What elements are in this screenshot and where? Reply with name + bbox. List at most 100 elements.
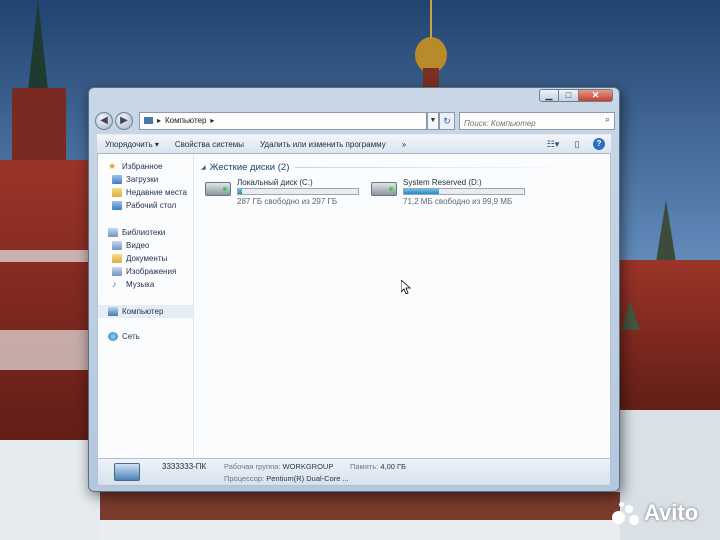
network-group: Сеть (98, 330, 193, 343)
group-divider (295, 167, 581, 168)
nav-item-libraries[interactable]: Библиотеки (98, 226, 193, 239)
images-library-icon (112, 267, 122, 276)
change-view-icon[interactable]: ☷▾ (545, 137, 561, 151)
explorer-window: ▁ □ ✕ ◀ ▶ ▸Компьютер▸ ▼ ↻ ⌕ Упорядочить … (88, 87, 620, 492)
hard-drive-icon (371, 182, 397, 196)
mouse-cursor-icon (401, 280, 411, 294)
organize-button[interactable]: Упорядочить ▾ (97, 140, 167, 149)
drive-item[interactable]: System Reserved (D:) 71,2 МБ свободно из… (371, 178, 531, 208)
navigation-pane: ★ Избранное Загрузки Недавние места Рабо… (98, 154, 194, 458)
nav-item-favorites[interactable]: ★ Избранное (98, 160, 193, 173)
drive-free-space: 287 ГБ свободно из 297 ГБ (237, 197, 338, 206)
drive-name: Локальный диск (C:) (237, 178, 313, 187)
nav-label: Изображения (126, 267, 177, 276)
workgroup-label: Рабочая группа: (224, 462, 281, 471)
more-commands-button[interactable]: » (394, 140, 414, 149)
address-arrow-icon: ▸ (210, 116, 215, 125)
video-library-icon (112, 241, 122, 250)
nav-item-recent-places[interactable]: Недавние места (98, 186, 193, 199)
address-row: ◀ ▶ ▸Компьютер▸ ▼ ↻ ⌕ (95, 110, 615, 132)
hard-drives-group-header[interactable]: ◢ Жесткие диски (2) (201, 162, 581, 173)
uninstall-program-button[interactable]: Удалить или изменить программу (252, 140, 394, 149)
search-box[interactable]: ⌕ (459, 112, 615, 132)
collapse-arrow-icon: ◢ (201, 165, 206, 171)
preview-pane-icon[interactable]: ▯ (569, 137, 585, 151)
refresh-button[interactable]: ↻ (439, 112, 455, 130)
help-icon[interactable]: ? (593, 138, 605, 150)
title-bar[interactable]: ▁ □ ✕ (89, 88, 619, 106)
command-bar: Упорядочить ▾ Свойства системы Удалить и… (97, 134, 611, 154)
nav-label: Избранное (122, 162, 163, 171)
drive-name: System Reserved (D:) (403, 178, 482, 187)
network-icon (108, 332, 118, 341)
memory-value: 4,00 ГБ (380, 462, 406, 471)
nav-item-documents[interactable]: Документы (98, 252, 193, 265)
cpu-info: Процессор: Pentium(R) Dual-Core ... (224, 474, 349, 483)
libraries-icon (108, 228, 118, 237)
nav-label: Недавние места (126, 188, 187, 197)
star-icon: ★ (108, 161, 117, 171)
computer-group: Компьютер (98, 305, 193, 318)
minimize-button[interactable]: ▁ (539, 89, 559, 102)
back-button[interactable]: ◀ (95, 112, 113, 130)
drive-usage-bar (403, 188, 525, 195)
cpu-label: Процессор: (224, 474, 265, 483)
nav-item-network[interactable]: Сеть (98, 330, 193, 343)
nav-label: Документы (126, 254, 168, 263)
computer-large-icon (114, 463, 140, 481)
workgroup-info: Рабочая группа: WORKGROUP (224, 462, 333, 471)
nav-item-computer[interactable]: Компьютер (98, 305, 193, 318)
main-pane: ◢ Жесткие диски (2) Локальный диск (C:) … (195, 154, 610, 458)
drive-usage-fill (404, 189, 439, 194)
computer-icon (144, 117, 153, 124)
memory-label: Память: (350, 462, 379, 471)
drive-usage-bar (237, 188, 359, 195)
address-bar[interactable]: ▸ Компьютер ▸ (139, 112, 427, 130)
downloads-folder-icon (112, 175, 122, 184)
cpu-value: Pentium(R) Dual-Core ... (266, 474, 349, 483)
nav-label: Компьютер (122, 307, 164, 316)
address-dropdown-button[interactable]: ▼ (427, 112, 439, 130)
hard-drive-icon (205, 182, 231, 196)
recent-places-icon (112, 188, 122, 197)
documents-library-icon (112, 254, 122, 263)
nav-label: Видео (126, 241, 150, 250)
nav-label: Загрузки (126, 175, 159, 184)
content-area: ★ Избранное Загрузки Недавние места Рабо… (97, 154, 611, 458)
forward-button[interactable]: ▶ (115, 112, 133, 130)
desktop-icon (112, 201, 122, 210)
search-icon[interactable]: ⌕ (605, 114, 610, 125)
details-pane: 3333333-ПК Рабочая группа: WORKGROUP Пам… (97, 458, 611, 486)
drive-usage-fill (238, 189, 243, 194)
avito-logo-icon (612, 501, 640, 525)
nav-label: Рабочий стол (126, 201, 177, 210)
favorites-group: ★ Избранное Загрузки Недавние места Рабо… (98, 160, 193, 212)
maximize-button[interactable]: □ (559, 89, 579, 102)
avito-text: Avito (644, 500, 699, 525)
search-input[interactable] (460, 115, 598, 132)
toolbar-right: ☷▾ ▯ ? (545, 137, 611, 151)
close-button[interactable]: ✕ (579, 89, 613, 102)
pc-name: 3333333-ПК (162, 462, 207, 471)
drive-item[interactable]: Локальный диск (C:) 287 ГБ свободно из 2… (205, 178, 365, 208)
nav-label: Библиотеки (122, 228, 166, 237)
system-properties-button[interactable]: Свойства системы (167, 140, 252, 149)
workgroup-value: WORKGROUP (282, 462, 334, 471)
caption-buttons: ▁ □ ✕ (539, 89, 613, 102)
nav-item-images[interactable]: Изображения (98, 265, 193, 278)
libraries-group: Библиотеки Видео Документы Изображения ♪… (98, 226, 193, 291)
nav-item-downloads[interactable]: Загрузки (98, 173, 193, 186)
group-title: Жесткие диски (2) (209, 162, 290, 173)
nav-item-video[interactable]: Видео (98, 239, 193, 252)
nav-label: Музыка (126, 280, 155, 289)
nav-item-desktop[interactable]: Рабочий стол (98, 199, 193, 212)
music-note-icon: ♪ (112, 279, 117, 289)
address-arrow-icon: ▸ (157, 116, 162, 125)
memory-info: Память: 4,00 ГБ (350, 462, 406, 471)
address-path: Компьютер (165, 116, 207, 125)
drive-free-space: 71,2 МБ свободно из 99,9 МБ (403, 197, 513, 206)
nav-label: Сеть (122, 332, 140, 341)
nav-item-music[interactable]: ♪ Музыка (98, 278, 193, 291)
avito-watermark: Avito (612, 500, 698, 526)
computer-icon (108, 307, 118, 316)
